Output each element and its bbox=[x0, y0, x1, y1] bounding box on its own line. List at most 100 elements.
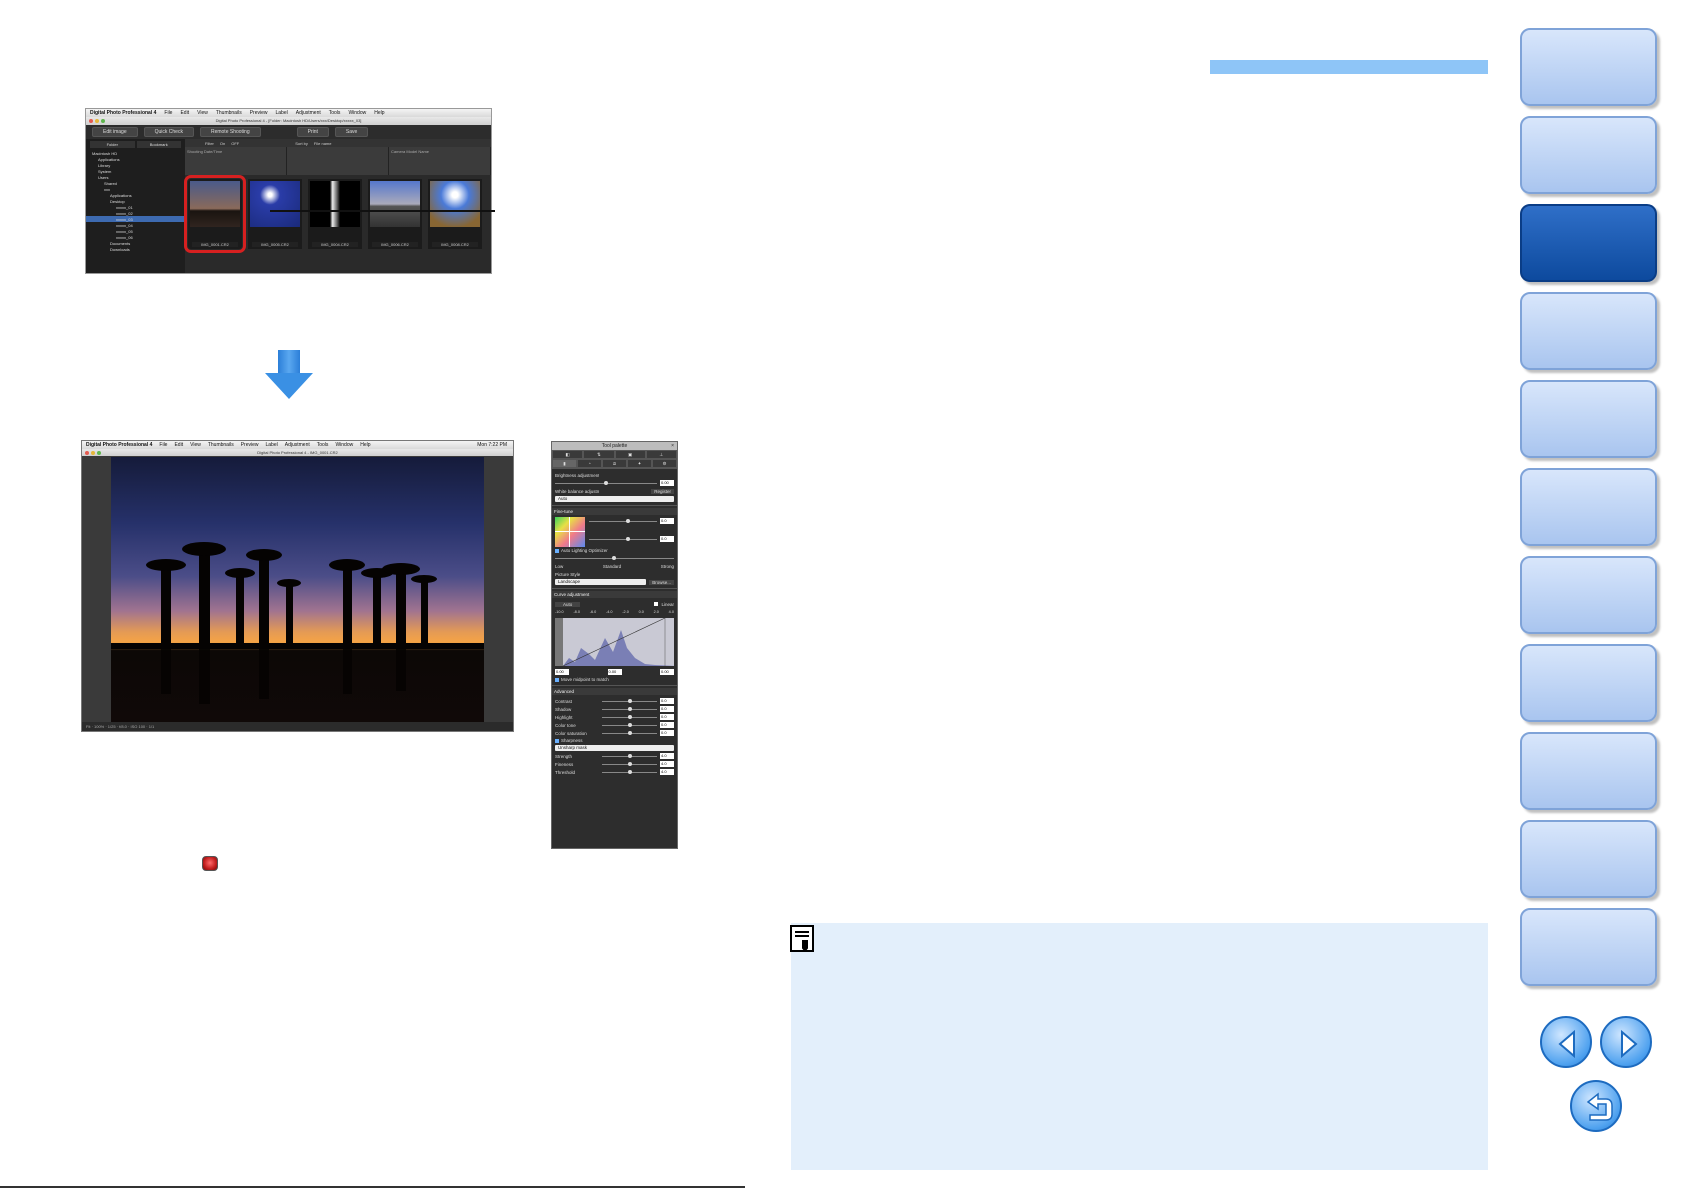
color-tone-slider[interactable] bbox=[602, 722, 657, 727]
tab-lens[interactable]: ◔ bbox=[577, 459, 602, 468]
brightness-slider[interactable] bbox=[555, 480, 657, 485]
menu-thumbnails[interactable]: Thumbnails bbox=[216, 110, 242, 116]
remote-shooting-button[interactable]: Remote Shooting bbox=[199, 127, 261, 137]
close-dot-icon[interactable] bbox=[85, 451, 89, 455]
color-tone-value[interactable]: 0.0 bbox=[660, 722, 674, 728]
sharpness-mode-select[interactable]: Unsharp mask bbox=[555, 745, 674, 751]
nav-tab[interactable] bbox=[1520, 380, 1657, 458]
register-button[interactable]: Register bbox=[651, 488, 674, 494]
menu-file[interactable]: File bbox=[159, 442, 167, 448]
nav-tab[interactable] bbox=[1520, 292, 1657, 370]
fine-tune-g-slider[interactable] bbox=[589, 536, 657, 541]
menu-preview[interactable]: Preview bbox=[241, 442, 259, 448]
nav-tab[interactable] bbox=[1520, 732, 1657, 810]
menu-tools[interactable]: Tools bbox=[329, 110, 341, 116]
linear-checkbox[interactable] bbox=[654, 602, 659, 606]
return-icon[interactable] bbox=[1570, 1080, 1622, 1132]
folder-item[interactable]: Downloads bbox=[86, 246, 185, 252]
tab-basic-image[interactable]: ▮ bbox=[552, 459, 577, 468]
menu-window[interactable]: Window bbox=[348, 110, 366, 116]
strength-value[interactable]: 4.0 bbox=[660, 753, 674, 759]
minimize-dot-icon[interactable] bbox=[95, 119, 99, 123]
brightness-value[interactable]: 0.00 bbox=[660, 480, 674, 486]
nav-tab-active[interactable] bbox=[1520, 204, 1657, 282]
contrast-slider[interactable] bbox=[602, 698, 657, 703]
nav-tab[interactable] bbox=[1520, 820, 1657, 898]
nav-tab[interactable] bbox=[1520, 28, 1657, 106]
nav-tab[interactable] bbox=[1520, 644, 1657, 722]
zoom-dot-icon[interactable] bbox=[101, 119, 105, 123]
sharpness-checkbox[interactable] bbox=[555, 738, 559, 743]
color-saturation-value[interactable]: 0.0 bbox=[660, 730, 674, 736]
menu-edit[interactable]: Edit bbox=[174, 442, 183, 448]
fineness-value[interactable]: 4.0 bbox=[660, 761, 674, 767]
window-controls[interactable] bbox=[89, 119, 105, 123]
curve-input-mid[interactable]: 0.00 bbox=[607, 669, 622, 675]
filter-on-button[interactable]: On bbox=[220, 141, 225, 146]
fineness-slider[interactable] bbox=[602, 761, 657, 766]
tab-nr[interactable]: ✦ bbox=[627, 459, 652, 468]
menu-view[interactable]: View bbox=[197, 110, 208, 116]
edit-image-button[interactable]: Edit image bbox=[92, 127, 138, 137]
tab-basic-adjust[interactable]: ◧ bbox=[552, 450, 584, 459]
print-button[interactable]: Print bbox=[296, 127, 329, 137]
fine-tune-a-slider[interactable] bbox=[589, 518, 657, 523]
tab-settings[interactable]: ⚙ bbox=[652, 459, 677, 468]
strength-slider[interactable] bbox=[602, 753, 657, 758]
curve-input-high[interactable]: 0.00 bbox=[660, 669, 674, 675]
menu-file[interactable]: File bbox=[164, 110, 172, 116]
threshold-value[interactable]: 4.0 bbox=[660, 769, 674, 775]
thumbnail[interactable]: IMG_0005.CR2 bbox=[248, 179, 302, 249]
contrast-value[interactable]: 0.0 bbox=[660, 698, 674, 704]
menu-preview[interactable]: Preview bbox=[250, 110, 268, 116]
nav-tab[interactable] bbox=[1520, 908, 1657, 986]
sort-select[interactable]: File name bbox=[314, 141, 332, 146]
highlight-slider[interactable] bbox=[602, 714, 657, 719]
tab-folder[interactable]: Folder bbox=[90, 141, 135, 148]
curve-input-low[interactable]: 0.00 bbox=[555, 669, 569, 675]
prev-page-icon[interactable] bbox=[1540, 1016, 1592, 1068]
next-page-icon[interactable] bbox=[1600, 1016, 1652, 1068]
menu-adjustment[interactable]: Adjustment bbox=[296, 110, 321, 116]
thumbnail[interactable]: IMG_0008.CR2 bbox=[428, 179, 482, 249]
thumbnail[interactable]: IMG_0004.CR2 bbox=[308, 179, 362, 249]
menu-help[interactable]: Help bbox=[374, 110, 384, 116]
menu-edit[interactable]: Edit bbox=[180, 110, 189, 116]
alo-slider[interactable] bbox=[555, 555, 674, 560]
move-midpoint-checkbox[interactable] bbox=[555, 677, 559, 682]
white-balance-select[interactable]: Auto bbox=[555, 496, 674, 502]
browse-button[interactable]: Browse... bbox=[649, 579, 674, 585]
menu-thumbnails[interactable]: Thumbnails bbox=[208, 442, 234, 448]
tab-bookmark[interactable]: Bookmark bbox=[136, 141, 181, 148]
minimize-dot-icon[interactable] bbox=[91, 451, 95, 455]
tab-color[interactable]: ▣ bbox=[614, 450, 646, 459]
menu-window[interactable]: Window bbox=[335, 442, 353, 448]
shadow-value[interactable]: 0.0 bbox=[660, 706, 674, 712]
tone-curve-histogram[interactable] bbox=[555, 618, 674, 666]
tab-trim[interactable]: ⧄ bbox=[602, 459, 627, 468]
color-saturation-slider[interactable] bbox=[602, 730, 657, 735]
thumbnail-selected[interactable]: IMG_0001.CR2 bbox=[184, 175, 246, 253]
menu-help[interactable]: Help bbox=[360, 442, 370, 448]
fine-tune-g-value[interactable]: 0.0 bbox=[660, 536, 674, 542]
threshold-slider[interactable] bbox=[602, 769, 657, 774]
nav-tab[interactable] bbox=[1520, 468, 1657, 546]
save-button[interactable]: Save bbox=[334, 127, 369, 137]
menu-tools[interactable]: Tools bbox=[317, 442, 329, 448]
window-controls[interactable] bbox=[85, 451, 101, 455]
alo-checkbox[interactable] bbox=[555, 548, 559, 553]
tab-detail[interactable]: ⊥ bbox=[645, 450, 677, 459]
menu-label[interactable]: Label bbox=[266, 442, 278, 448]
highlight-value[interactable]: 0.0 bbox=[660, 714, 674, 720]
filter-off-button[interactable]: OFF bbox=[231, 141, 239, 146]
nav-tab[interactable] bbox=[1520, 556, 1657, 634]
fine-tune-a-value[interactable]: 0.0 bbox=[660, 518, 674, 524]
curve-auto-button[interactable]: Auto bbox=[555, 601, 581, 607]
close-dot-icon[interactable] bbox=[89, 119, 93, 123]
menu-view[interactable]: View bbox=[190, 442, 201, 448]
thumbnail[interactable]: IMG_0006.CR2 bbox=[368, 179, 422, 249]
nav-tab[interactable] bbox=[1520, 116, 1657, 194]
picture-style-select[interactable]: Landscape bbox=[555, 579, 647, 585]
zoom-dot-icon[interactable] bbox=[97, 451, 101, 455]
menu-label[interactable]: Label bbox=[276, 110, 288, 116]
